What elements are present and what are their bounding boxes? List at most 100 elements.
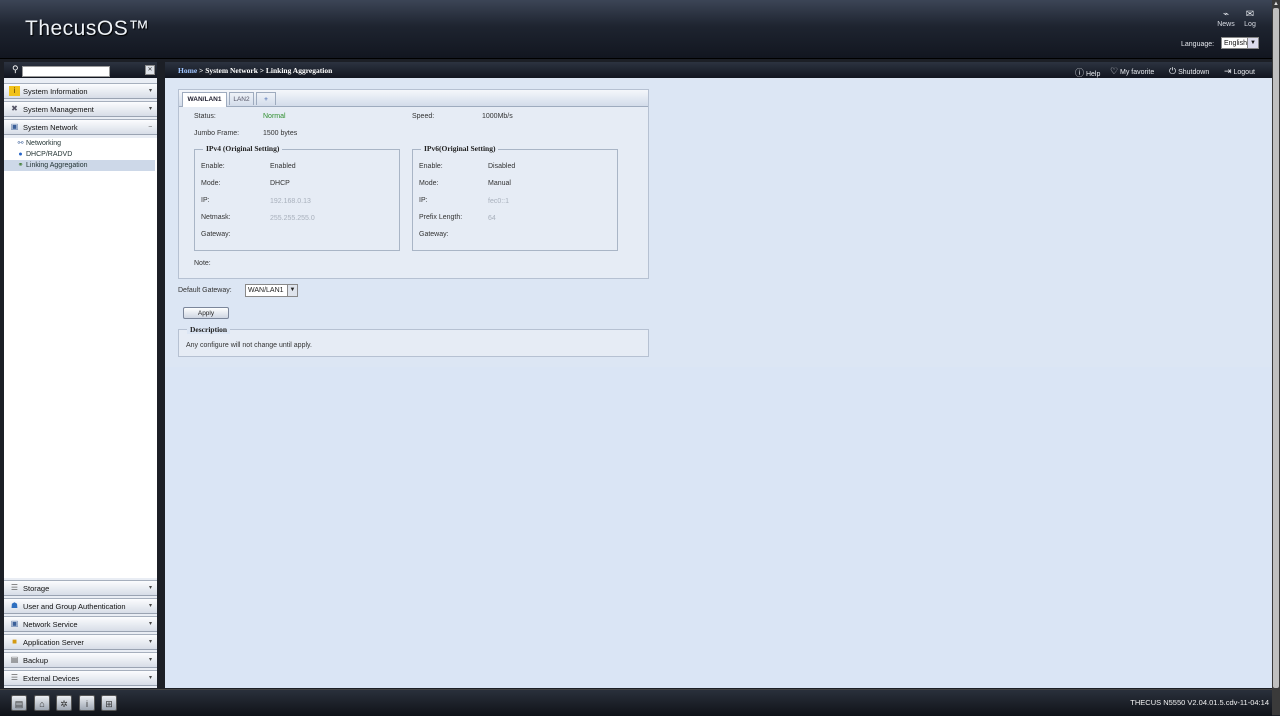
description-text: Any configure will not change until appl… [186,342,312,349]
ipv6-ip-label: IP: [419,197,428,204]
thecus-logo: ThecusOS™ [25,17,150,40]
tab-lan2[interactable]: LAN2 [229,92,254,105]
menu-user-group-authentication[interactable]: ☗ User and Group Authentication ▾ [4,598,157,614]
firmware-version: THECUS N5550 V2.04.01.5.cdv-11-04:14 [1130,698,1269,707]
globe-icon: ● [18,151,23,158]
description-title: Description [187,325,231,334]
menu-backup[interactable]: ▤ Backup ▾ [4,652,157,668]
header-bar: ThecusOS™ ⌁ News ✉ Log Language: English… [0,0,1272,59]
apply-button[interactable]: Apply [183,307,229,319]
search-input[interactable] [22,66,110,77]
collapse-icon[interactable]: ✕ [145,65,155,75]
description-box: Description Any configure will not chang… [178,325,649,357]
ipv4-enable-label: Enable: [201,163,225,170]
ipv6-prefix-label: Prefix Length: [419,214,463,221]
scroll-up-icon[interactable]: ▲ [1273,1,1279,7]
ipv6-prefix-value: 64 [488,215,496,222]
submenu-area: ⚯ Networking ● DHCP/RADVD ⚭ Linking Aggr… [4,138,157,578]
content-empty-area [165,367,1272,688]
language-value: English [1224,40,1247,47]
submenu-dhcp-radvd[interactable]: ● DHCP/RADVD [4,149,155,160]
ipv4-netmask-value: 255.255.255.0 [270,215,315,222]
language-label: Language: [1181,41,1215,48]
breadcrumb: Home > System Network > Linking Aggregat… [178,66,332,75]
disk-dock-icon[interactable]: ▤ [11,695,27,711]
collapse-icon: – [148,124,152,130]
main-content: Home > System Network > Linking Aggregat… [165,62,1272,688]
shutdown-link[interactable]: ⏻ Shutdown [1169,66,1209,77]
chevron-down-icon: ▼ [1247,38,1258,48]
ipv4-netmask-label: Netmask: [201,214,231,221]
breadcrumb-path: > System Network > Linking Aggregation [197,66,333,75]
ipv4-mode-label: Mode: [201,180,221,187]
language-select[interactable]: English ▼ [1221,37,1259,49]
bottom-dock-bar: ▤ ⌂ ✲ i ⊞ THECUS N5550 V2.04.01.5.cdv-11… [0,689,1272,716]
chevron-down-icon: ▾ [148,675,152,681]
speed-label: Speed: [412,113,435,120]
default-gateway-select[interactable]: WAN/LAN1 ▼ [245,284,298,297]
status-label: Status: [194,113,216,120]
ipv4-mode-value: DHCP [270,180,290,187]
status-value: Normal [263,113,286,120]
add-tab-button[interactable]: + [256,92,276,105]
menu-system-information[interactable]: i System Information ▾ [4,83,157,99]
ipv6-fieldset: IPv6(Original Setting) Enable: Disabled … [412,144,618,251]
ipv6-mode-label: Mode: [419,180,439,187]
help-link[interactable]: ⓘ Help [1075,66,1100,79]
logout-link[interactable]: ⇥ Logout [1224,66,1255,77]
tab-wan-lan1[interactable]: WAN/LAN1 [182,92,227,107]
submenu-linking-aggregation[interactable]: ⚭ Linking Aggregation [4,160,155,171]
info-icon: i [9,86,20,96]
news-button[interactable]: ⌁ News [1214,9,1238,28]
ipv6-gateway-label: Gateway: [419,231,449,238]
menu-storage[interactable]: ☰ Storage ▾ [4,580,157,596]
ipv4-ip-label: IP: [201,197,210,204]
ipv6-enable-value: Disabled [488,163,516,170]
scrollbar-thumb[interactable] [1273,8,1279,688]
note-label: Note: [194,260,211,267]
menu-application-server[interactable]: ■ Application Server ▾ [4,634,157,650]
chevron-down-icon: ▾ [148,621,152,627]
submenu-networking[interactable]: ⚯ Networking [4,138,155,149]
content-toolbar: Home > System Network > Linking Aggregat… [165,62,1272,78]
users-icon: ☗ [10,601,19,610]
fan-dock-icon[interactable]: ✲ [56,695,72,711]
storage-icon: ☰ [10,583,19,592]
sidebar: ⚲ ✕ i System Information ▾ ✖ System Mana… [4,62,157,688]
jumbo-frame-label: Jumbo Frame: [194,130,240,137]
menu-system-network[interactable]: ▣ System Network – [4,119,157,135]
help-icon: ⓘ [1075,68,1085,78]
window-scrollbar[interactable]: ▲ [1272,0,1280,715]
ipv4-enable-value: Enabled [270,163,296,170]
log-button[interactable]: ✉ Log [1238,9,1262,28]
chevron-down-icon: ▾ [148,639,152,645]
network-dock-icon[interactable]: ⊞ [101,695,117,711]
speed-value: 1000Mb/s [482,113,513,120]
news-label: News [1217,21,1235,28]
home-dock-icon[interactable]: ⌂ [34,695,50,711]
menu-external-devices[interactable]: ☰ External Devices ▾ [4,670,157,686]
chevron-down-icon: ▾ [148,603,152,609]
sidebar-search-bar: ⚲ ✕ [4,62,157,78]
my-favorite-link[interactable]: ♡ My favorite [1110,66,1154,77]
ipv4-gateway-label: Gateway: [201,231,231,238]
ipv6-title: IPv6(Original Setting) [421,144,499,153]
search-icon: ⚲ [12,64,19,74]
ipv6-ip-value: fec0::1 [488,198,510,205]
chevron-down-icon: ▾ [148,585,152,591]
menu-network-service[interactable]: ▣ Network Service ▾ [4,616,157,632]
link-aggregation-icon: ⚭ [17,162,24,169]
speech-bubble-icon: ✉ [1245,9,1255,20]
default-gateway-value: WAN/LAN1 [248,287,284,294]
ipv4-fieldset: IPv4 (Original Setting) Enable: Enabled … [194,144,400,251]
network-cable-icon: ⚯ [17,140,24,147]
heart-icon: ♡ [1110,66,1119,76]
backup-icon: ▤ [10,655,19,664]
info-dock-icon[interactable]: i [79,695,95,711]
default-gateway-label: Default Gateway: [178,287,232,294]
breadcrumb-home-link[interactable]: Home [178,66,197,75]
menu-system-management[interactable]: ✖ System Management ▾ [4,101,157,117]
ipv4-ip-value: 192.168.0.13 [270,198,311,205]
external-devices-icon: ☰ [10,673,19,682]
tab-strip: WAN/LAN1 LAN2 + [179,90,648,107]
